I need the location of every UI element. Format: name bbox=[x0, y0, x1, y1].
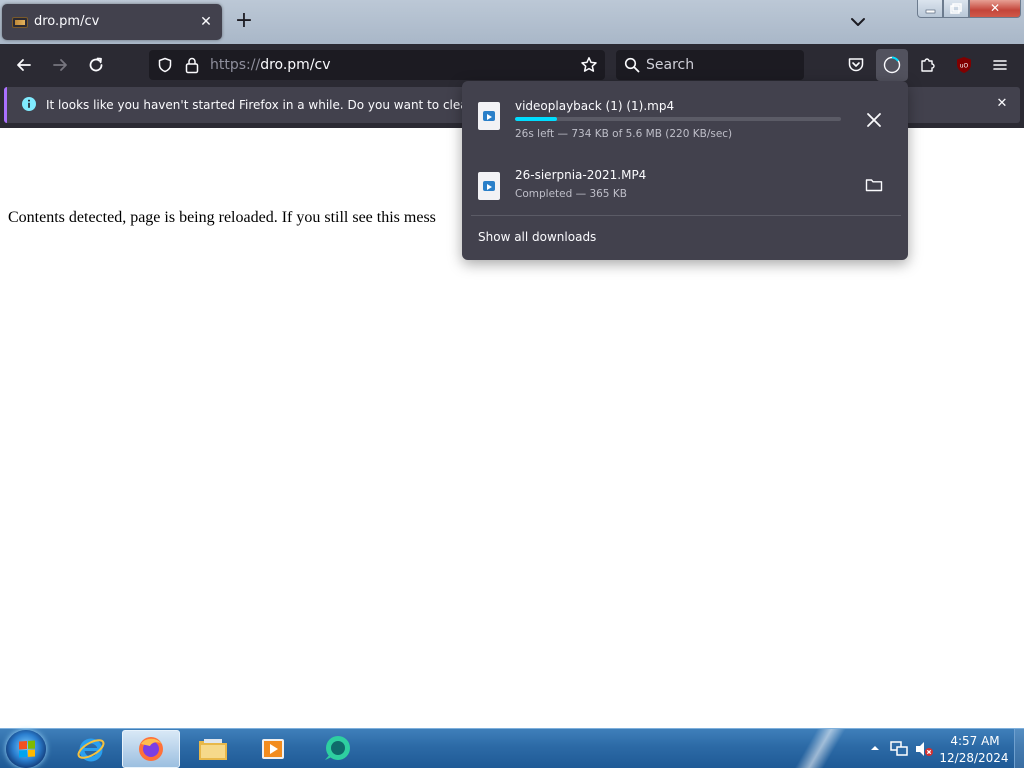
new-tab-button[interactable]: + bbox=[232, 10, 256, 34]
minimize-icon bbox=[925, 9, 936, 14]
back-button[interactable] bbox=[10, 51, 38, 79]
taskbar-media-player[interactable] bbox=[244, 730, 302, 768]
minimize-button[interactable] bbox=[917, 0, 943, 18]
download-progress-icon bbox=[883, 56, 901, 74]
taskbar-file-explorer[interactable] bbox=[184, 730, 242, 768]
file-explorer-icon bbox=[199, 739, 227, 760]
close-icon bbox=[867, 113, 881, 127]
url-text: https://dro.pm/cv bbox=[210, 57, 331, 73]
show-desktop-button[interactable] bbox=[1014, 729, 1024, 768]
tab-title: dro.pm/cv bbox=[34, 14, 100, 29]
taskbar-glare bbox=[760, 729, 880, 768]
clock-date[interactable]: 12/28/2024 bbox=[936, 751, 1012, 765]
taskbar-app[interactable] bbox=[308, 730, 366, 768]
download-item[interactable]: videoplayback (1) (1).mp4 26s left — 734… bbox=[470, 89, 900, 151]
download-item[interactable]: 26-sierpnia-2021.MP4 Completed — 365 KB bbox=[470, 159, 900, 221]
search-placeholder: Search bbox=[646, 57, 695, 73]
tracking-protection-shield-icon[interactable] bbox=[157, 57, 173, 73]
cancel-download-button[interactable] bbox=[862, 108, 886, 132]
window-controls: ✕ bbox=[917, 0, 1021, 18]
download-filename: videoplayback (1) (1).mp4 bbox=[515, 99, 675, 113]
downloads-panel: videoplayback (1) (1).mp4 26s left — 734… bbox=[462, 81, 908, 260]
pocket-button[interactable] bbox=[842, 51, 870, 79]
pocket-icon bbox=[848, 58, 864, 72]
firefox-icon bbox=[139, 737, 163, 761]
url-bar[interactable]: https://dro.pm/cv bbox=[149, 50, 605, 80]
app-menu-button[interactable] bbox=[986, 51, 1014, 79]
navigation-toolbar: https://dro.pm/cv Search uO bbox=[0, 44, 1024, 86]
lock-icon[interactable] bbox=[184, 56, 200, 74]
taskbar-internet-explorer[interactable] bbox=[62, 730, 120, 768]
taskbar: 4:57 AM 12/28/2024 bbox=[0, 728, 1024, 768]
volume-muted-icon[interactable] bbox=[914, 741, 934, 757]
downloads-button[interactable] bbox=[876, 49, 908, 81]
ublock-origin-button[interactable]: uO bbox=[950, 51, 978, 79]
list-all-tabs-button[interactable] bbox=[846, 10, 870, 34]
chevron-down-icon bbox=[851, 18, 865, 26]
internet-explorer-icon bbox=[77, 738, 105, 762]
puzzle-piece-icon bbox=[921, 58, 935, 72]
tab-close-icon[interactable]: ✕ bbox=[196, 12, 216, 32]
notification-text: It looks like you haven't started Firefo… bbox=[46, 98, 527, 112]
bookmark-star-icon[interactable] bbox=[580, 56, 598, 74]
tab-strip: dro.pm/cv ✕ + ✕ bbox=[0, 0, 1024, 44]
search-bar[interactable]: Search bbox=[616, 50, 804, 80]
video-file-icon bbox=[478, 102, 500, 130]
download-filename: 26-sierpnia-2021.MP4 bbox=[515, 168, 647, 182]
reload-icon bbox=[89, 57, 103, 72]
network-icon[interactable] bbox=[890, 741, 908, 757]
show-hidden-icons-icon[interactable] bbox=[870, 743, 880, 753]
page-message: Contents detected, page is being reloade… bbox=[8, 209, 436, 226]
ublock-badge-text: uO bbox=[960, 63, 969, 70]
download-progress-fill bbox=[515, 117, 558, 121]
video-file-icon bbox=[478, 172, 500, 200]
extensions-button[interactable] bbox=[914, 51, 942, 79]
panel-divider bbox=[471, 215, 901, 216]
windows-logo-icon bbox=[19, 740, 35, 758]
info-icon bbox=[22, 97, 36, 111]
restore-icon bbox=[950, 3, 962, 14]
show-in-folder-button[interactable] bbox=[862, 173, 886, 197]
folder-icon bbox=[865, 179, 883, 192]
restore-button[interactable] bbox=[943, 0, 969, 18]
system-tray: 4:57 AM 12/28/2024 bbox=[866, 729, 1024, 768]
back-arrow-icon bbox=[17, 59, 31, 71]
ublock-origin-icon: uO bbox=[957, 57, 971, 73]
window-close-button[interactable]: ✕ bbox=[969, 0, 1021, 18]
tab-favicon-icon bbox=[12, 17, 28, 28]
forward-button[interactable] bbox=[46, 51, 74, 79]
reload-button[interactable] bbox=[82, 51, 110, 79]
url-host-path: dro.pm/cv bbox=[260, 57, 331, 73]
hamburger-menu-icon bbox=[993, 60, 1007, 70]
tab-active[interactable]: dro.pm/cv ✕ bbox=[2, 4, 222, 40]
media-player-icon bbox=[262, 739, 284, 759]
url-scheme: https:// bbox=[210, 57, 261, 73]
clock-time[interactable]: 4:57 AM bbox=[948, 734, 1002, 748]
app-icon bbox=[325, 736, 350, 760]
show-all-downloads-button[interactable]: Show all downloads bbox=[478, 230, 596, 244]
download-status: Completed — 365 KB bbox=[515, 188, 627, 200]
taskbar-firefox[interactable] bbox=[122, 730, 180, 768]
download-status: 26s left — 734 KB of 5.6 MB (220 KB/sec) bbox=[515, 128, 733, 140]
search-icon bbox=[624, 57, 640, 73]
forward-arrow-icon bbox=[53, 59, 67, 71]
download-progress-bar bbox=[515, 117, 841, 121]
notification-close-icon[interactable]: ✕ bbox=[994, 96, 1010, 112]
start-button[interactable] bbox=[6, 730, 46, 768]
